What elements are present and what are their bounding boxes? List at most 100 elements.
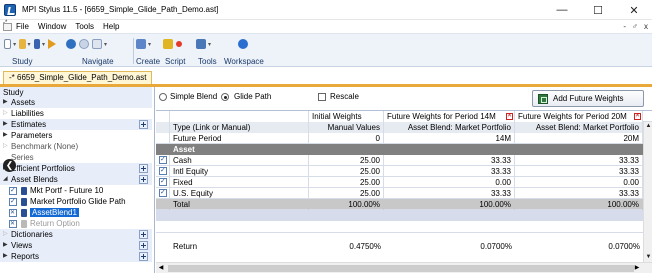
- row-checkbox[interactable]: [159, 188, 167, 198]
- grid-cell[interactable]: 33.33: [384, 188, 515, 199]
- checkbox[interactable]: [9, 208, 17, 219]
- horizontal-scrollbar[interactable]: ◀ ▶: [156, 262, 652, 273]
- tree-item-assetblend1[interactable]: AssetBlend1: [0, 207, 152, 219]
- grid-cell[interactable]: 0: [309, 133, 384, 144]
- tree-item-series[interactable]: Series: [0, 152, 152, 163]
- grid-cell[interactable]: 33.33: [384, 166, 515, 177]
- tree-item-liabilities[interactable]: ▷ Liabilities: [0, 108, 152, 119]
- open-folder-icon[interactable]: [19, 39, 26, 49]
- row-checkbox[interactable]: [159, 155, 167, 165]
- grid-cell[interactable]: 25.00: [309, 177, 384, 188]
- navigate-label[interactable]: Navigate: [82, 57, 114, 66]
- row-checkbox[interactable]: [159, 177, 167, 187]
- chevron-down-icon[interactable]: ▾: [208, 41, 211, 48]
- grid-cell[interactable]: 25.00: [309, 155, 384, 166]
- scroll-down-icon[interactable]: ▼: [644, 253, 652, 262]
- initial-weights-header[interactable]: Initial Weights: [309, 111, 384, 122]
- grid-cell[interactable]: 33.33: [515, 166, 643, 177]
- future-14m-header[interactable]: Future Weights for Period 14M: [384, 111, 515, 122]
- record-icon[interactable]: [176, 41, 182, 47]
- expand-arrow-icon[interactable]: ▶: [3, 251, 8, 262]
- mdi-restore-button[interactable]: ♂: [632, 22, 638, 31]
- script-label[interactable]: Script: [165, 57, 185, 66]
- workspace-label[interactable]: Workspace: [224, 57, 264, 66]
- close-button[interactable]: ✕: [616, 0, 652, 20]
- vertical-scrollbar[interactable]: ▲ ▼: [643, 122, 652, 262]
- chevron-down-icon[interactable]: ▾: [42, 41, 45, 48]
- chevron-down-icon[interactable]: ▾: [13, 41, 16, 48]
- expand-arrow-icon[interactable]: ▶: [3, 97, 8, 108]
- mdi-close-button[interactable]: x: [644, 22, 648, 31]
- glide-path-radio[interactable]: [221, 93, 229, 101]
- simple-blend-label[interactable]: Simple Blend: [170, 92, 217, 101]
- scroll-up-icon[interactable]: ▲: [644, 122, 652, 131]
- menu-file[interactable]: File: [16, 22, 29, 31]
- scroll-left-icon[interactable]: ◀: [156, 263, 166, 274]
- tree-item-asset-blends[interactable]: ◢ Asset Blends: [0, 174, 152, 185]
- new-file-icon[interactable]: [4, 39, 12, 49]
- grid-cell[interactable]: 25.00: [309, 188, 384, 199]
- tools-label[interactable]: Tools: [198, 57, 217, 66]
- rescale-label[interactable]: Rescale: [330, 92, 359, 101]
- add-icon[interactable]: [139, 241, 148, 250]
- tree-item-estimates[interactable]: ▶ Estimates: [0, 119, 152, 130]
- grid-cell[interactable]: 14M: [384, 133, 515, 144]
- grid-cell[interactable]: 0.00: [384, 177, 515, 188]
- grid-cell[interactable]: 33.33: [515, 188, 643, 199]
- tree-item-parameters[interactable]: ▶ Parameters: [0, 130, 152, 141]
- maximize-button[interactable]: ☐: [580, 0, 616, 20]
- workspace-icon[interactable]: [238, 39, 248, 49]
- chevron-down-icon[interactable]: ▾: [104, 41, 107, 48]
- mdi-minimize-button[interactable]: -: [623, 22, 626, 31]
- add-icon[interactable]: [139, 230, 148, 239]
- tree-item-mkt-portf[interactable]: Mkt Portf - Future 10: [0, 185, 152, 196]
- create-label[interactable]: Create: [136, 57, 160, 66]
- grid-cell[interactable]: 0.00: [515, 177, 643, 188]
- glide-path-label[interactable]: Glide Path: [234, 92, 271, 101]
- tools-icon[interactable]: [196, 39, 206, 49]
- document-icon[interactable]: [3, 20, 12, 31]
- script-icon[interactable]: [163, 39, 173, 49]
- tree-item-efficient-portfolios[interactable]: ▶ Efficient Portfolios: [0, 163, 152, 174]
- back-icon[interactable]: [66, 39, 76, 49]
- add-icon[interactable]: [139, 252, 148, 261]
- save-icon[interactable]: [33, 39, 40, 49]
- list-icon[interactable]: [92, 39, 102, 49]
- forward-icon[interactable]: [79, 39, 89, 49]
- expand-arrow-icon[interactable]: ▶: [3, 130, 8, 141]
- menu-window[interactable]: Window: [38, 22, 66, 31]
- tree-item-benchmark[interactable]: ▷ Benchmark (None): [0, 141, 152, 152]
- delete-column-icon[interactable]: [506, 111, 513, 122]
- row-checkbox[interactable]: [159, 166, 167, 176]
- grid-cell[interactable]: 20M: [515, 133, 643, 144]
- tree-item-views[interactable]: ▶ Views: [0, 240, 152, 251]
- back-arrow-icon[interactable]: ❮: [3, 159, 16, 172]
- delete-column-icon[interactable]: [634, 111, 641, 122]
- menu-help[interactable]: Help: [103, 22, 119, 31]
- study-label[interactable]: Study: [12, 57, 32, 66]
- grid-cell[interactable]: Manual Values: [309, 122, 384, 133]
- add-future-weights-button[interactable]: Add Future Weights: [532, 90, 644, 107]
- scroll-right-icon[interactable]: ▶: [632, 263, 642, 274]
- collapse-arrow-icon[interactable]: ◢: [3, 174, 8, 185]
- add-icon[interactable]: [139, 120, 148, 129]
- tree-item-reports[interactable]: ▶ Reports: [0, 251, 152, 262]
- tree-item-market-glide-path[interactable]: Market Portfolio Glide Path: [0, 196, 152, 207]
- simple-blend-radio[interactable]: [159, 93, 167, 101]
- expand-arrow-icon[interactable]: ▶: [3, 119, 8, 130]
- chevron-down-icon[interactable]: ▾: [28, 41, 31, 48]
- expand-arrow-icon[interactable]: ▶: [3, 240, 8, 251]
- rescale-checkbox[interactable]: [318, 93, 326, 101]
- grid-cell[interactable]: Asset Blend: Market Portfolio: [384, 122, 515, 133]
- grid-cell[interactable]: Asset Blend: Market Portfolio: [515, 122, 643, 133]
- tree-item-dictionaries[interactable]: ▷ Dictionaries: [0, 229, 152, 240]
- minimize-button[interactable]: —: [544, 0, 580, 20]
- checkbox[interactable]: [9, 185, 17, 196]
- add-icon[interactable]: [139, 175, 148, 184]
- grid-cell[interactable]: 25.00: [309, 166, 384, 177]
- menu-tools[interactable]: Tools: [75, 22, 94, 31]
- tree-item-return-option[interactable]: Return Option: [0, 218, 152, 230]
- document-tab[interactable]: -* 6659_Simple_Glide_Path_Demo.ast: [3, 71, 153, 84]
- grid-cell[interactable]: 33.33: [384, 155, 515, 166]
- run-icon[interactable]: [47, 39, 56, 49]
